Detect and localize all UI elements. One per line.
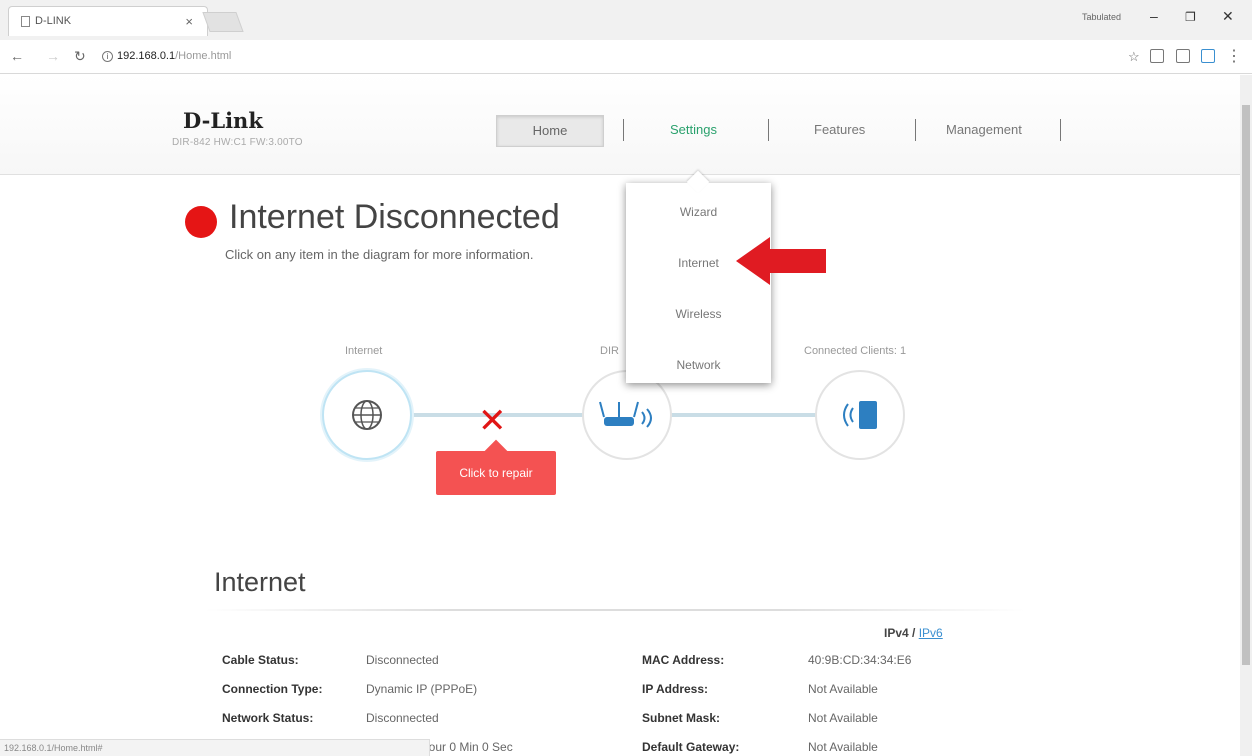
close-window-icon[interactable]: ✕ (1222, 8, 1234, 25)
menu-icon[interactable]: ⋮ (1226, 46, 1242, 66)
cable-status-value: Disconnected (366, 653, 439, 667)
screenshot-extension-icon[interactable] (1201, 49, 1215, 63)
clients-node-label: Connected Clients: 1 (804, 345, 907, 357)
forward-icon[interactable]: → (46, 48, 60, 64)
ip-separator: / (912, 626, 916, 640)
router-header: D-Link DIR-842 HW:C1 FW:3.00TO Home Sett… (0, 75, 1240, 175)
router-node[interactable] (582, 370, 672, 460)
connection-type-label: Connection Type: (222, 682, 323, 696)
browser-status-bar: 192.168.0.1/Home.html# (0, 739, 430, 756)
nav-home[interactable]: Home (496, 115, 604, 147)
new-tab-button[interactable] (202, 12, 244, 32)
subnet-mask-value: Not Available (808, 711, 878, 725)
status-subtitle: Click on any item in the diagram for mor… (225, 247, 534, 262)
dropdown-wizard[interactable]: Wizard (626, 205, 771, 219)
internet-node-label: Internet (345, 345, 383, 357)
internet-node[interactable] (322, 370, 412, 460)
subnet-mask-label: Subnet Mask: (642, 711, 721, 725)
extension-icon[interactable] (1150, 49, 1164, 63)
ip-address-label: IP Address: (642, 682, 709, 696)
default-gateway-value: Not Available (808, 740, 878, 754)
profile-name[interactable]: Tabulated (1082, 12, 1121, 22)
router-page: D-Link DIR-842 HW:C1 FW:3.00TO Home Sett… (0, 75, 1240, 756)
repair-button[interactable]: Click to repair (436, 451, 556, 495)
internet-section-title: Internet (214, 567, 306, 597)
dropdown-wireless[interactable]: Wireless (626, 307, 771, 321)
nav-divider (915, 119, 916, 141)
page-scrollbar[interactable] (1240, 75, 1252, 756)
model-info: DIR-842 HW:C1 FW:3.00TO (172, 137, 303, 148)
cable-status-label: Cable Status: (222, 653, 299, 667)
status-indicator (185, 206, 217, 238)
ipv4-label[interactable]: IPv4 (884, 626, 909, 640)
page-icon (21, 16, 30, 27)
star-icon[interactable]: ☆ (1128, 49, 1140, 65)
browser-tabstrip: D-LINK × Tabulated – ❐ ✕ (0, 0, 1252, 40)
address-bar: ← → ↻ i 192.168.0.1/Home.html ☆ ⋮ (0, 40, 1252, 74)
nav-features[interactable]: Features (814, 122, 865, 137)
network-status-value: Disconnected (366, 711, 439, 725)
device-icon (843, 401, 877, 429)
nav-divider (768, 119, 769, 141)
url-path: /Home.html (175, 50, 232, 62)
connection-uptime-value: Hour 0 Min 0 Sec (420, 740, 513, 754)
close-tab-icon[interactable]: × (185, 14, 193, 29)
minimize-icon[interactable]: – (1150, 8, 1158, 24)
restore-icon[interactable]: ❐ (1185, 10, 1196, 24)
reload-icon[interactable]: ↻ (74, 48, 86, 65)
dropdown-network[interactable]: Network (626, 358, 771, 372)
info-icon[interactable]: i (102, 51, 113, 62)
ip-address-value: Not Available (808, 682, 878, 696)
dlink-logo: D-Link (183, 108, 263, 133)
url-host: 192.168.0.1 (117, 50, 176, 62)
tab-title: D-LINK (35, 15, 72, 27)
network-status-label: Network Status: (222, 711, 314, 725)
ip-version-toggle: IPv4 / IPv6 (884, 626, 943, 640)
clients-node[interactable] (815, 370, 905, 460)
mac-address-value: 40:9B:CD:34:34:E6 (808, 653, 912, 667)
mac-address-label: MAC Address: (642, 653, 725, 667)
nav-divider (623, 119, 624, 141)
globe-icon (352, 400, 382, 430)
router-icon (599, 401, 652, 428)
default-gateway-label: Default Gateway: (642, 740, 740, 754)
nav-divider (1060, 119, 1061, 141)
nav-settings[interactable]: Settings (670, 122, 717, 137)
cast-icon[interactable] (1176, 49, 1190, 63)
back-icon[interactable]: ← (10, 48, 24, 64)
url-field[interactable]: i 192.168.0.1/Home.html (96, 46, 1204, 68)
nav-management[interactable]: Management (946, 122, 1022, 137)
scrollbar-thumb[interactable] (1242, 105, 1250, 665)
disconnected-x-icon: ✕ (478, 401, 507, 441)
section-divider (205, 609, 1025, 611)
ipv6-link[interactable]: IPv6 (919, 626, 943, 640)
browser-tab[interactable]: D-LINK × (8, 6, 208, 36)
router-node-label: DIR (600, 345, 619, 357)
connection-type-value: Dynamic IP (PPPoE) (366, 682, 478, 696)
status-title: Internet Disconnected (229, 198, 560, 236)
clients-link-line (670, 413, 817, 417)
red-arrow-icon (736, 237, 826, 285)
